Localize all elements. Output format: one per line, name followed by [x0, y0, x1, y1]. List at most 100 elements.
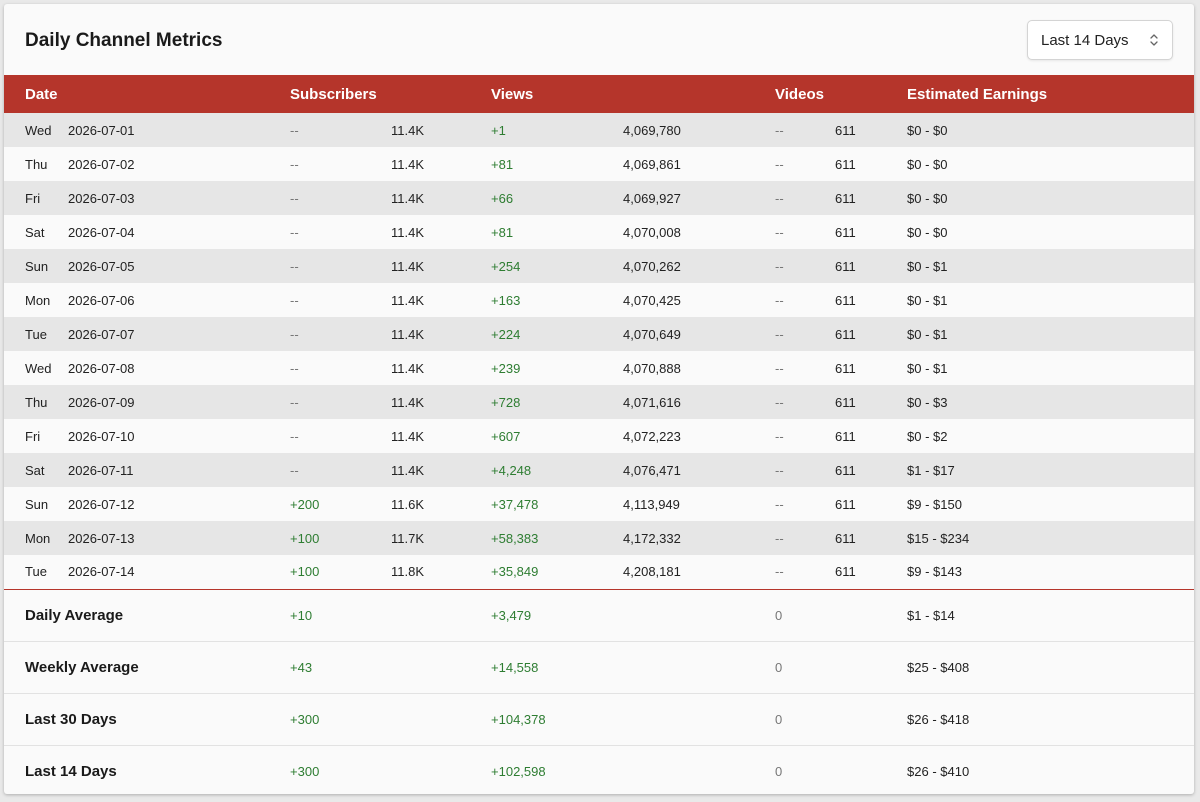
row-subscribers-change: --	[290, 258, 299, 274]
row-videos-change: --	[775, 462, 784, 478]
summary-label: Daily Average	[25, 606, 124, 624]
row-views-change: +728	[491, 394, 521, 410]
column-header-date[interactable]: Date	[4, 75, 290, 113]
table-row: Fri 2026-07-10 -- 11.4K +607 4,072,223 -- 611 $0…	[4, 419, 1194, 453]
row-views-change: +66	[491, 190, 514, 206]
table-row: Mon 2026-07-13 +100 11.7K +58,383 4,172,332 --…	[4, 521, 1194, 555]
summary-label: Last 14 Days	[25, 762, 117, 780]
row-day: Mon	[25, 292, 51, 308]
row-views-change: +254	[491, 258, 521, 274]
date-range-select[interactable]: Last 14 Days	[1027, 20, 1173, 60]
row-views-total: 4,071,616	[623, 394, 681, 410]
table-row: Fri 2026-07-03 -- 11.4K +66 4,069,927 -- 611 $0 …	[4, 181, 1194, 215]
row-views-change: +81	[491, 156, 514, 172]
row-views-change: +58,383	[491, 530, 539, 546]
row-subscribers-change: --	[290, 156, 299, 172]
summary-label: Weekly Average	[25, 658, 139, 676]
row-subscribers-total: 11.4K	[391, 224, 425, 240]
row-videos-total: 611	[835, 394, 856, 410]
table-row: Wed 2026-07-08 -- 11.4K +239 4,070,888 -- 611 $0…	[4, 351, 1194, 385]
row-subscribers-change: --	[290, 326, 299, 342]
row-views-total: 4,076,471	[623, 462, 681, 478]
row-subscribers-change: +200	[290, 496, 320, 512]
row-date: 2026-07-03	[68, 190, 135, 206]
row-earnings: $0 - $2	[907, 428, 948, 444]
row-subscribers-change: --	[290, 224, 299, 240]
row-subscribers-change: +100	[290, 530, 320, 546]
row-date: 2026-07-10	[68, 428, 135, 444]
row-videos-change: --	[775, 156, 784, 172]
row-views-change: +81	[491, 224, 514, 240]
row-videos-change: --	[775, 530, 784, 546]
column-header-earnings[interactable]: Estimated Earnings	[907, 75, 1194, 113]
row-videos-change: --	[775, 258, 784, 274]
table-row: Sat 2026-07-04 -- 11.4K +81 4,070,008 -- 611 $0 …	[4, 215, 1194, 249]
summary-row: Daily Average +10 +3,479 0 $1 - $14	[4, 589, 1194, 641]
row-subscribers-total: 11.4K	[391, 428, 425, 444]
row-videos-change: --	[775, 122, 784, 138]
summary-row: Last 30 Days +300 +104,378 0 $26 - $418	[4, 693, 1194, 745]
row-earnings: $15 - $234	[907, 530, 970, 546]
row-subscribers-total: 11.4K	[391, 462, 425, 478]
row-views-change: +37,478	[491, 496, 539, 512]
row-subscribers-change: --	[290, 190, 299, 206]
row-subscribers-total: 11.4K	[391, 360, 425, 376]
row-subscribers-total: 11.7K	[391, 530, 425, 546]
date-range-value: Last 14 Days	[1041, 31, 1129, 49]
row-views-change: +224	[491, 326, 521, 342]
row-day: Sun	[25, 496, 49, 512]
row-views-total: 4,070,888	[623, 360, 681, 376]
row-videos-total: 611	[835, 428, 856, 444]
row-views-change: +607	[491, 428, 521, 444]
row-date: 2026-07-11	[68, 462, 134, 478]
row-subscribers-total: 11.4K	[391, 394, 425, 410]
summary-earnings: $26 - $410	[907, 763, 970, 779]
table-row: Thu 2026-07-02 -- 11.4K +81 4,069,861 -- 611 $0 …	[4, 147, 1194, 181]
row-day: Fri	[25, 190, 41, 206]
row-date: 2026-07-14	[68, 564, 135, 580]
row-views-total: 4,069,780	[623, 122, 681, 138]
row-subscribers-total: 11.4K	[391, 326, 425, 342]
summary-videos: 0	[775, 763, 783, 779]
row-date: 2026-07-01	[68, 122, 135, 138]
column-header-subscribers[interactable]: Subscribers	[290, 75, 491, 113]
row-subscribers-total: 11.4K	[391, 258, 425, 274]
row-earnings: $0 - $0	[907, 122, 948, 138]
row-day: Sat	[25, 462, 45, 478]
row-views-change: +239	[491, 360, 521, 376]
row-videos-change: --	[775, 360, 784, 376]
row-day: Mon	[25, 530, 51, 546]
summary-earnings: $25 - $408	[907, 659, 970, 675]
summary-label: Last 30 Days	[25, 710, 117, 728]
summary-rows: Daily Average +10 +3,479 0 $1 - $14 Weekly Av…	[4, 589, 1194, 794]
row-earnings: $9 - $143	[907, 564, 962, 580]
row-subscribers-total: 11.6K	[391, 496, 425, 512]
row-videos-total: 611	[835, 360, 856, 376]
row-day: Wed	[25, 122, 52, 138]
row-date: 2026-07-05	[68, 258, 135, 274]
row-date: 2026-07-09	[68, 394, 135, 410]
summary-subscribers: +10	[290, 607, 313, 623]
row-subscribers-change: --	[290, 428, 299, 444]
row-views-change: +4,248	[491, 462, 532, 478]
row-earnings: $1 - $17	[907, 462, 955, 478]
row-videos-total: 611	[835, 564, 856, 580]
row-videos-total: 611	[835, 122, 856, 138]
row-earnings: $0 - $1	[907, 326, 948, 342]
summary-subscribers: +43	[290, 659, 313, 675]
row-day: Fri	[25, 428, 41, 444]
row-views-change: +35,849	[491, 564, 539, 580]
row-subscribers-change: --	[290, 360, 299, 376]
column-header-videos[interactable]: Videos	[775, 75, 907, 113]
row-earnings: $9 - $150	[907, 496, 962, 512]
panel-header: Daily Channel Metrics Last 14 Days	[4, 4, 1194, 75]
summary-views: +104,378	[491, 711, 546, 727]
summary-views: +3,479	[491, 607, 532, 623]
column-header-views[interactable]: Views	[491, 75, 775, 113]
row-views-total: 4,070,425	[623, 292, 681, 308]
table-row: Mon 2026-07-06 -- 11.4K +163 4,070,425 -- 611 $0…	[4, 283, 1194, 317]
row-subscribers-total: 11.4K	[391, 122, 425, 138]
table-row: Sun 2026-07-05 -- 11.4K +254 4,070,262 -- 611 $0…	[4, 249, 1194, 283]
row-views-total: 4,072,223	[623, 428, 681, 444]
row-views-total: 4,069,861	[623, 156, 681, 172]
